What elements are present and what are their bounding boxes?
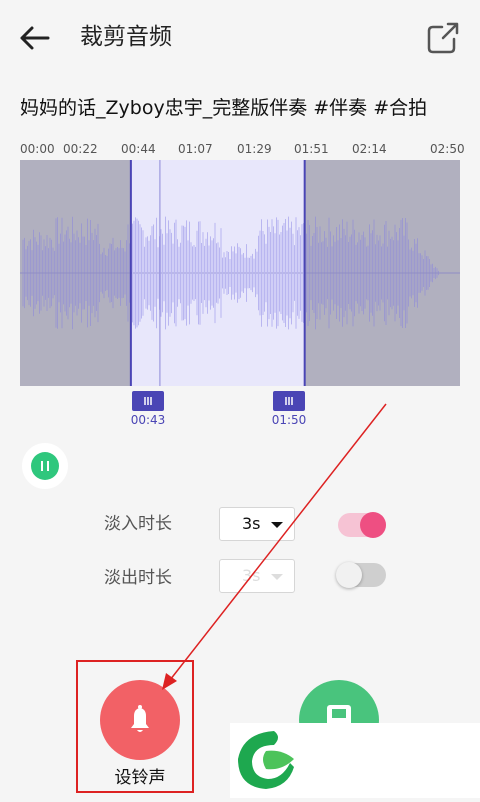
track-name: 妈妈的话_Zyboy忠宇_完整版伴奏 #伴奏 #合拍 xyxy=(20,97,428,119)
fade-out-toggle-thumb xyxy=(336,562,362,588)
fade-in-toggle-thumb xyxy=(360,512,386,538)
selection-start-time: 00:43 xyxy=(130,413,166,427)
fade-out-value: 3s xyxy=(242,566,261,585)
selection-end-time: 01:50 xyxy=(271,413,307,427)
timeline-tick: 01:07 xyxy=(178,142,213,156)
fade-in-value: 3s xyxy=(242,514,261,533)
grip-icon xyxy=(144,397,152,405)
back-button[interactable] xyxy=(18,22,54,54)
timeline-tick: 02:50 xyxy=(430,142,465,156)
watermark-area xyxy=(230,723,480,798)
fade-in-label: 淡入时长 xyxy=(104,514,172,534)
timeline-tick: 02:14 xyxy=(352,142,387,156)
timeline-tick: 01:51 xyxy=(294,142,329,156)
arrow-left-icon xyxy=(20,26,50,50)
timeline-tick: 00:00 xyxy=(20,142,55,156)
pause-icon xyxy=(31,452,59,480)
grip-icon xyxy=(285,397,293,405)
share-button[interactable] xyxy=(424,20,464,56)
chevron-down-icon xyxy=(271,522,283,528)
selection-end-handle[interactable] xyxy=(273,391,305,411)
fade-out-label: 淡出时长 xyxy=(104,568,172,588)
leaf-logo-icon xyxy=(238,731,294,789)
fade-in-select[interactable]: 3s xyxy=(219,507,295,541)
chevron-down-icon xyxy=(271,574,283,580)
page-title: 裁剪音频 xyxy=(80,24,172,50)
external-link-icon xyxy=(427,22,459,54)
selection-start-handle[interactable] xyxy=(132,391,164,411)
fade-out-select[interactable]: 3s xyxy=(219,559,295,593)
timeline-tick: 00:44 xyxy=(121,142,156,156)
timeline-tick: 01:29 xyxy=(237,142,272,156)
timeline-tick: 00:22 xyxy=(63,142,98,156)
annotation-highlight-box xyxy=(76,660,194,793)
waveform[interactable] xyxy=(20,160,460,386)
